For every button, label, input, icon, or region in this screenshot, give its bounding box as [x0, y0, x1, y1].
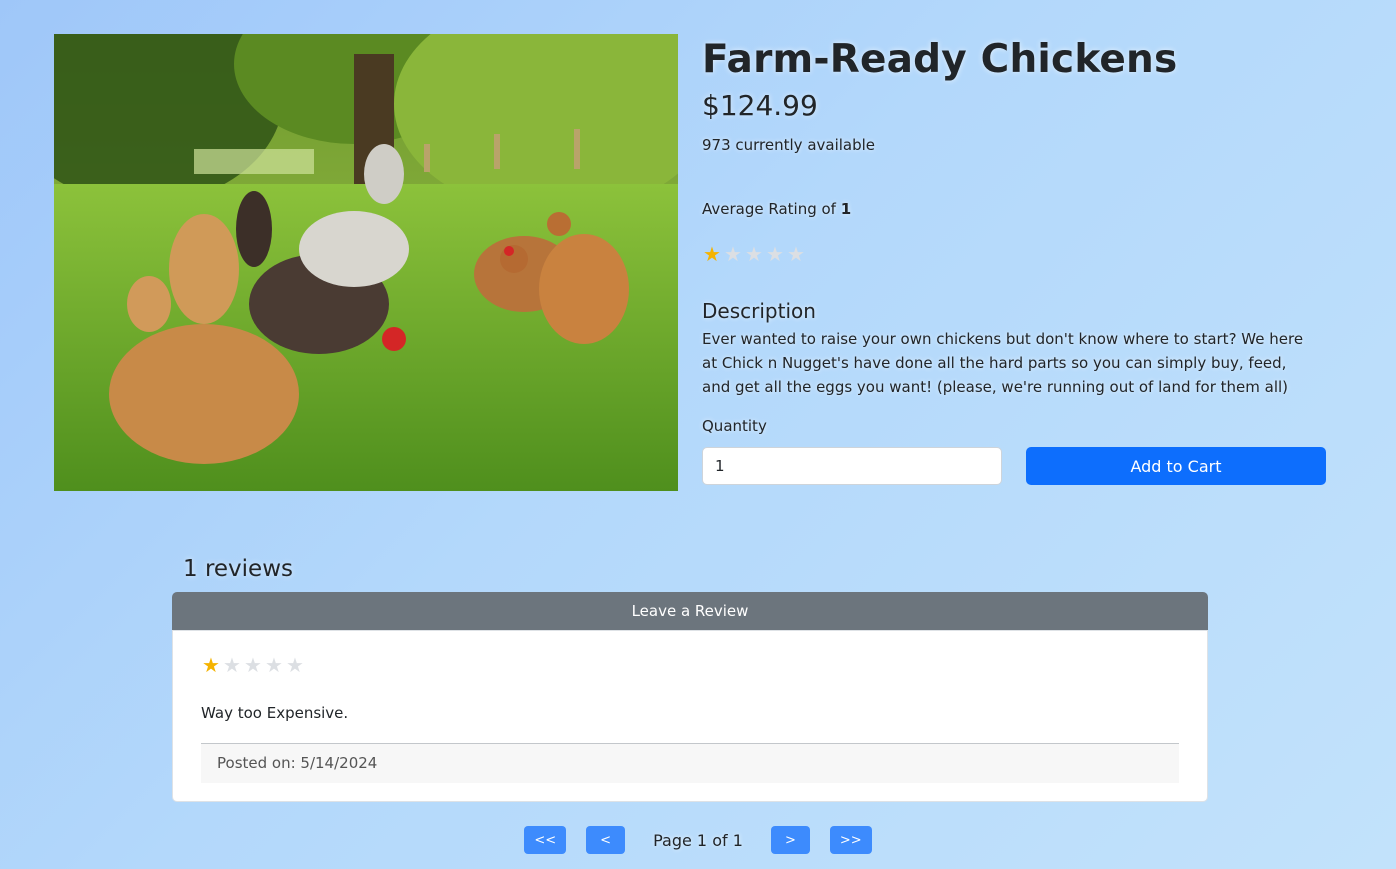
star-empty-icon: ★	[286, 653, 304, 677]
average-rating: Average Rating of 1	[702, 199, 1326, 219]
star-empty-icon: ★	[223, 653, 241, 677]
description-text: Ever wanted to raise your own chickens b…	[702, 330, 1304, 396]
reviews-count: 1 reviews	[183, 556, 293, 582]
last-page-button[interactable]: >>	[829, 826, 872, 854]
pagination: << < Page 1 of 1 > >>	[0, 826, 1396, 854]
star-empty-icon: ★	[787, 242, 805, 266]
product-info: Farm-Ready Chickens $124.99 973 currentl…	[702, 34, 1326, 485]
add-to-cart-button[interactable]: Add to Cart	[1026, 447, 1326, 485]
leave-review-button[interactable]: Leave a Review	[172, 592, 1208, 630]
average-rating-stars: ★ ★ ★ ★ ★	[702, 244, 1326, 264]
review-text: Way too Expensive.	[201, 704, 349, 722]
average-rating-value: 1	[840, 200, 852, 218]
star-empty-icon: ★	[766, 242, 784, 266]
availability-text: 973 currently available	[702, 136, 876, 154]
next-page-button[interactable]: >	[770, 826, 810, 854]
review-card: ★ ★ ★ ★ ★ Way too Expensive. Posted on: 5/14…	[172, 630, 1208, 802]
star-empty-icon: ★	[745, 242, 763, 266]
product-title: Farm-Ready Chickens	[702, 37, 1178, 82]
review-rating-stars: ★ ★ ★ ★ ★	[201, 655, 1179, 675]
page-indicator: Page 1 of 1	[653, 830, 743, 850]
buy-row: Add to Cart	[702, 447, 1326, 485]
product-image	[54, 34, 678, 491]
quantity-input[interactable]	[702, 447, 1002, 485]
description-heading: Description	[702, 299, 816, 323]
star-empty-icon: ★	[724, 242, 742, 266]
star-empty-icon: ★	[244, 653, 262, 677]
chickens-photo	[54, 34, 678, 491]
product-price: $124.99	[702, 89, 818, 122]
prev-page-button[interactable]: <	[586, 826, 626, 854]
average-rating-label: Average Rating of	[702, 200, 841, 218]
star-filled-icon: ★	[703, 242, 721, 266]
review-posted-date: Posted on: 5/14/2024	[201, 743, 1179, 783]
star-empty-icon: ★	[265, 653, 283, 677]
quantity-label: Quantity	[702, 417, 767, 435]
star-filled-icon: ★	[202, 653, 220, 677]
first-page-button[interactable]: <<	[524, 826, 567, 854]
